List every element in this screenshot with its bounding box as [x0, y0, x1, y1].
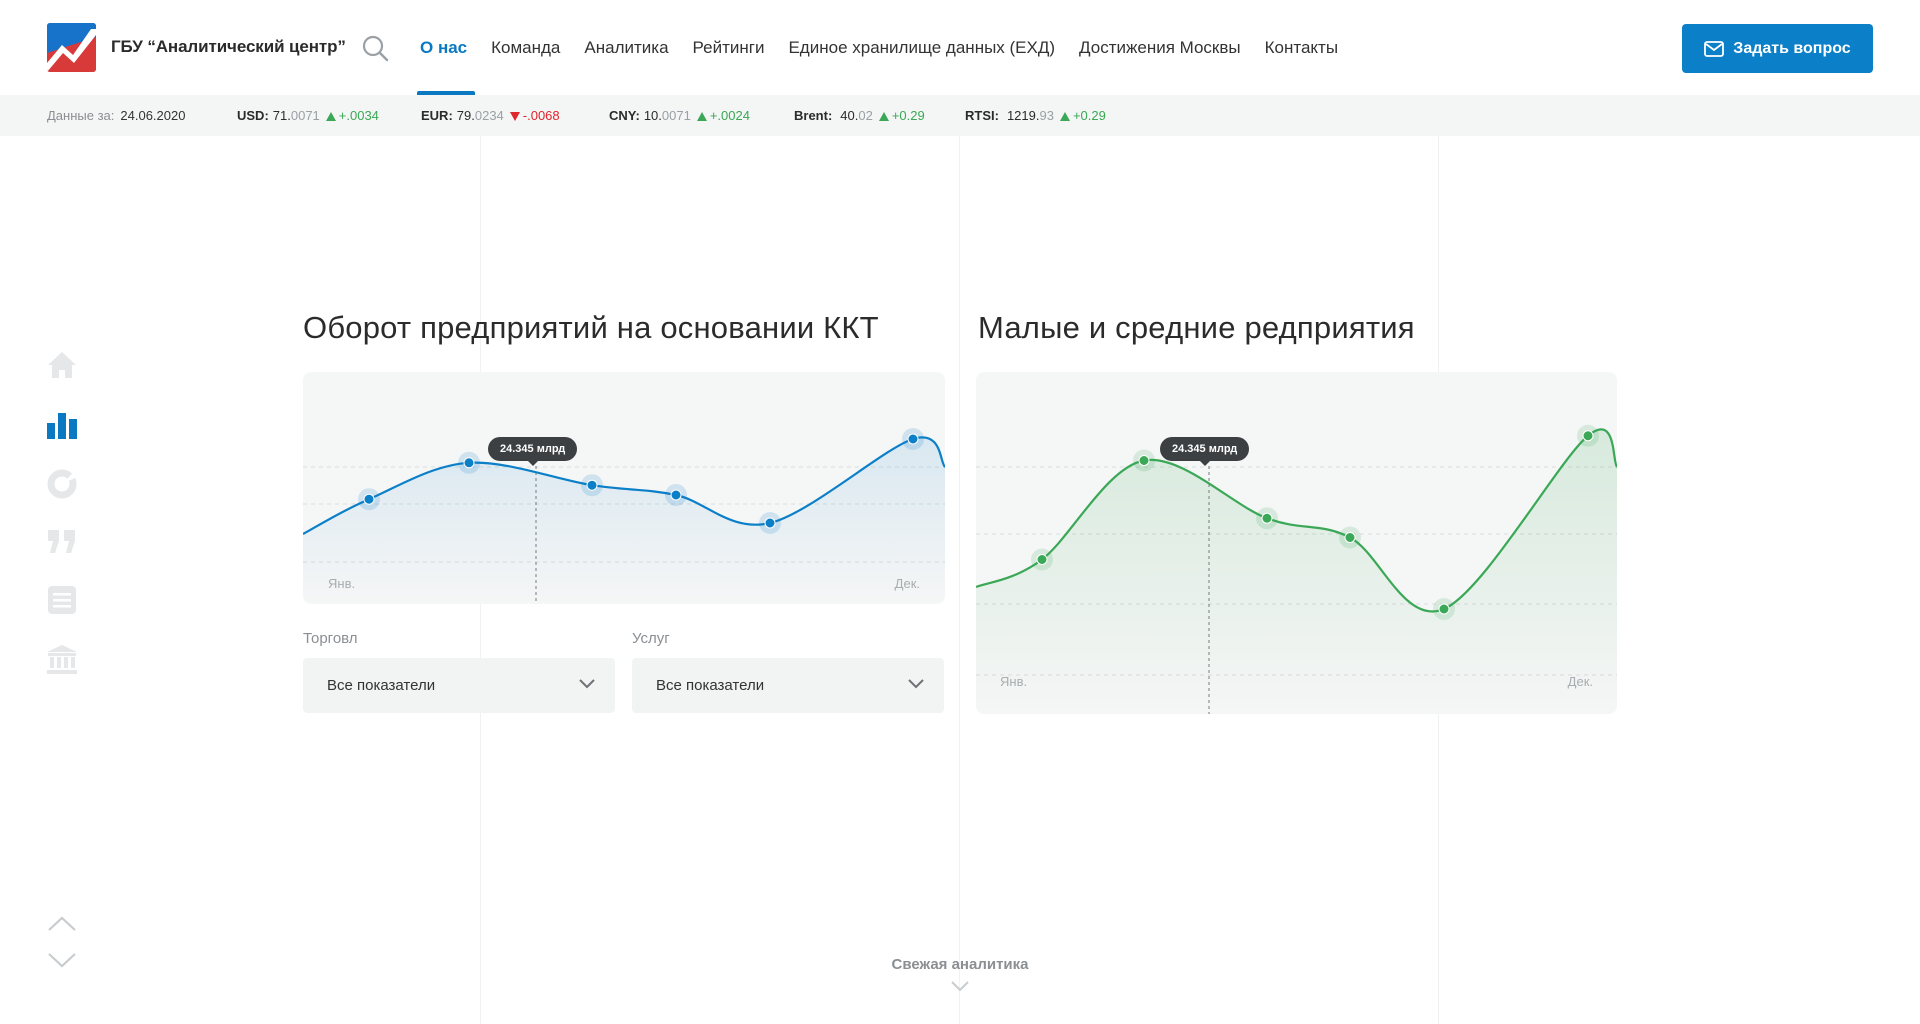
data-point [907, 433, 919, 445]
ticker-change: +.0034 [325, 108, 379, 123]
ticker-change: +0.29 [878, 108, 925, 123]
month-label-end: Дек. [1567, 674, 1593, 689]
nav-analytics[interactable]: Аналитика [584, 0, 668, 95]
up-arrow-icon [878, 112, 889, 121]
nav-team[interactable]: Команда [491, 0, 560, 95]
ticker-item-eur: EUR: 79.0234 -.0068 [421, 95, 560, 136]
ticker-value: 10.0071 [643, 108, 691, 123]
ticker-value: 40.02 [840, 108, 873, 123]
series-area [976, 429, 1617, 714]
filter-services-value: Все показатели [656, 677, 765, 694]
data-point [586, 479, 598, 491]
filter-trade-label: Торговл [303, 630, 358, 647]
ask-question-button[interactable]: Задать вопрос [1682, 24, 1873, 73]
data-point [1138, 455, 1150, 466]
data-point [1344, 532, 1356, 543]
ticker-item-brent: Brent: 40.02 +0.29 [794, 95, 925, 136]
data-point [463, 457, 475, 469]
series-area [303, 437, 945, 604]
donut-icon[interactable] [46, 468, 78, 500]
logo[interactable] [47, 23, 96, 72]
envelope-icon [1704, 40, 1725, 57]
chart-tooltip: 24.345 млрд [1160, 437, 1250, 466]
chevron-down-icon [579, 679, 595, 689]
ticker-change: +0.29 [1059, 108, 1106, 123]
ask-question-label: Задать вопрос [1733, 39, 1851, 57]
nav-achievements[interactable]: Достижения Москвы [1079, 0, 1241, 95]
ticker-value: 79.0234 [456, 108, 504, 123]
ticker-date-value: 24.06.2020 [120, 108, 186, 123]
nav-ratings[interactable]: Рейтинги [693, 0, 765, 95]
month-label-start: Янв. [1000, 674, 1028, 689]
section-title-turnover: Оборот предприятий на основании ККТ [303, 310, 879, 345]
scroll-up-icon[interactable] [47, 915, 77, 937]
ticker-item-rtsi: RTSI: 1219.93 +0.29 [965, 95, 1106, 136]
chart-tooltip: 24.345 млрд [488, 437, 578, 466]
ticker-item-usd: USD: 71.0071 +.0034 [237, 95, 379, 136]
bar-chart-icon[interactable] [46, 409, 78, 441]
data-point [363, 493, 375, 505]
page: ГБУ “Аналитический центр” О нас Команда … [0, 0, 1920, 1024]
sme-chart: 24.345 млрд Янв. Дек. [976, 372, 1617, 714]
turnover-chart: 24.345 млрд Янв. Дек. [303, 372, 945, 604]
down-arrow-icon [509, 112, 520, 121]
turnover-chart-svg [303, 428, 945, 604]
ticker-item-cny: CNY: 10.0071 +.0024 [609, 95, 750, 136]
month-label-end: Дек. [894, 576, 920, 591]
filter-trade-value: Все показатели [327, 677, 436, 694]
data-point [1036, 554, 1048, 565]
data-point [670, 489, 682, 501]
ticker-code: CNY: [609, 108, 640, 123]
brand-name[interactable]: ГБУ “Аналитический центр” [111, 37, 346, 57]
chevron-down-icon [908, 679, 924, 689]
fresh-analytics-link[interactable]: Свежая аналитика [0, 956, 1920, 973]
section-title-sme: Малые и средние редприятия [978, 310, 1415, 345]
data-point [1438, 603, 1450, 615]
bank-icon[interactable] [46, 643, 78, 675]
up-arrow-icon [696, 112, 707, 121]
filter-trade-select[interactable]: Все показатели [303, 658, 615, 713]
quote-icon[interactable] [46, 526, 78, 558]
ticker-date: Данные за: 24.06.2020 [47, 95, 185, 136]
ticker-code: RTSI: [965, 108, 999, 123]
grid-guide [959, 136, 960, 1024]
ticker-value: 1219.93 [1006, 108, 1054, 123]
nav-contacts[interactable]: Контакты [1265, 0, 1338, 95]
nav-about[interactable]: О нас [416, 0, 476, 95]
ticker-date-label: Данные за: [47, 108, 115, 123]
ticker-code: USD: [237, 108, 269, 123]
data-point [764, 517, 776, 529]
ticker-code: EUR: [421, 108, 453, 123]
currency-ticker: Данные за: 24.06.2020 USD: 71.0071 +.0034 E… [0, 95, 1920, 136]
search-icon[interactable] [362, 35, 390, 63]
nav-data-storage[interactable]: Единое хранилище данных (ЕХД) [788, 0, 1055, 95]
up-arrow-icon [325, 112, 336, 121]
ticker-change: -.0068 [509, 108, 560, 123]
month-label-start: Янв. [328, 576, 356, 591]
data-point [1261, 512, 1273, 524]
document-icon[interactable] [46, 584, 78, 616]
filter-services-select[interactable]: Все показатели [632, 658, 944, 713]
up-arrow-icon [1059, 112, 1070, 121]
main-nav: О нас Команда Аналитика Рейтинги Единое … [416, 0, 1362, 95]
ticker-value: 71.0071 [272, 108, 320, 123]
ticker-change: +.0024 [696, 108, 750, 123]
home-icon[interactable] [46, 349, 78, 381]
ticker-code: Brent: [794, 108, 833, 123]
data-point [1582, 430, 1594, 442]
chevron-down-icon[interactable] [951, 980, 969, 998]
site-header: ГБУ “Аналитический центр” О нас Команда … [0, 0, 1920, 95]
filter-services-label: Услуг [632, 630, 670, 647]
sme-chart-svg [976, 424, 1617, 714]
